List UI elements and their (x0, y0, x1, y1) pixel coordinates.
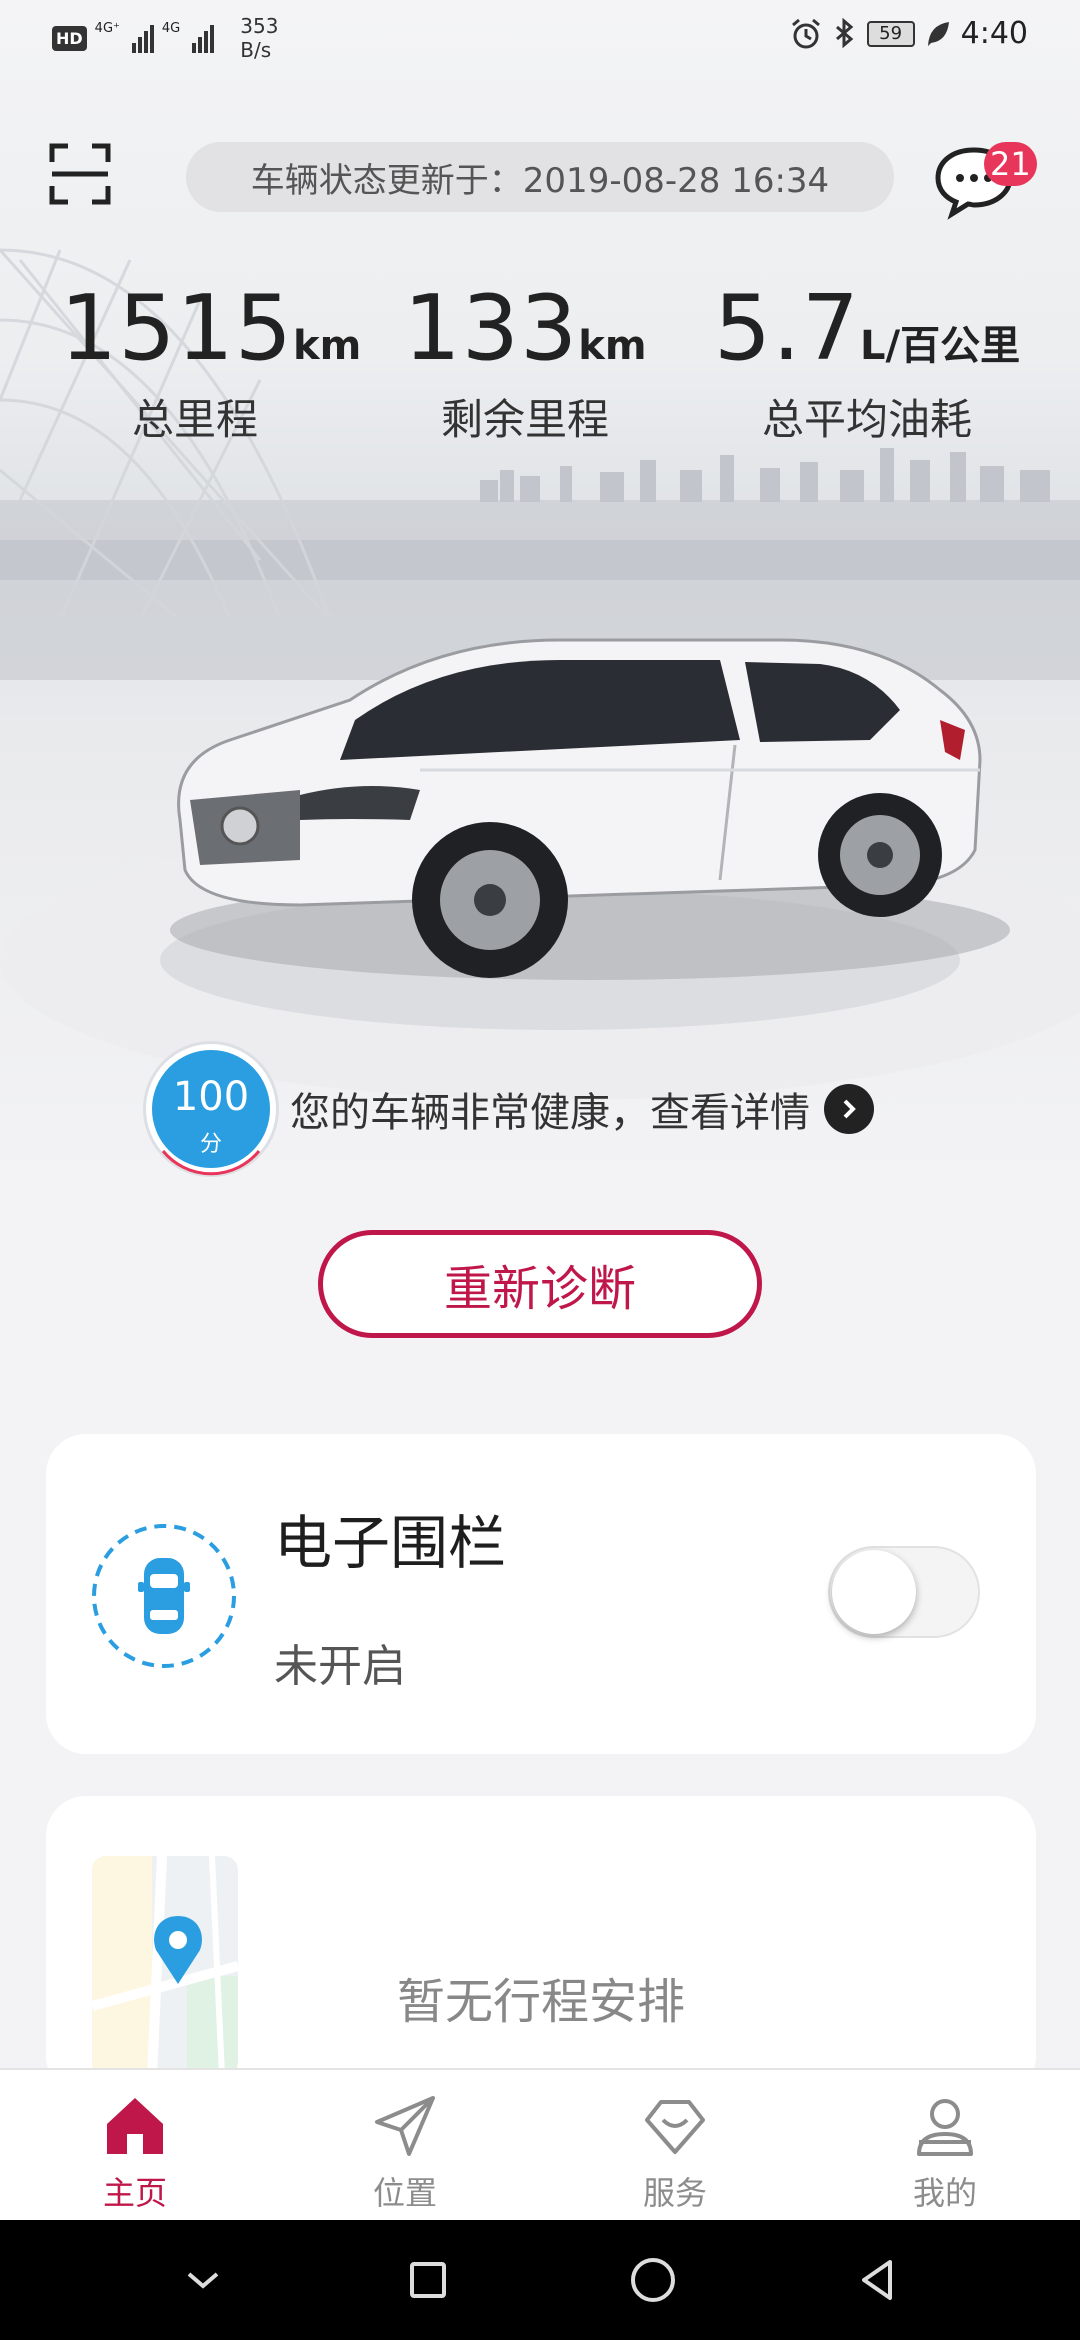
health-score-unit: 分 (199, 1132, 222, 1157)
stat-value: 1515 (60, 276, 294, 381)
home-circle-icon[interactable] (623, 2250, 683, 2310)
recent-apps-icon[interactable] (398, 2250, 458, 2310)
status-bar: HD 4G⁺ 4G 353 B/s 59 4:40 (0, 0, 1080, 70)
stat-unit: km (578, 323, 647, 369)
clock-time: 4:40 (960, 16, 1028, 51)
stat-value: 5.7 (713, 276, 861, 381)
chevron-right-icon (824, 1084, 874, 1134)
tab-home[interactable]: 主页 (0, 2070, 270, 2220)
network-type-2: 4G (161, 20, 181, 36)
network-speed: 353 B/s (240, 14, 279, 62)
car-geofence-icon (92, 1524, 236, 1668)
tab-label: 主页 (102, 2174, 167, 2212)
stat-remaining-range: 133km 剩余里程 (400, 284, 650, 447)
stat-unit: km (293, 323, 362, 369)
bottom-navigation: 主页 位置 服务 我的 (0, 2068, 1080, 2220)
chevron-down-icon[interactable] (173, 2250, 233, 2310)
scan-icon (49, 143, 111, 205)
toggle-knob (832, 1550, 916, 1634)
hd-voice-icon: HD (52, 25, 87, 51)
stat-value: 133 (403, 276, 579, 381)
bluetooth-icon (835, 17, 853, 48)
stat-label: 总里程 (131, 395, 258, 444)
screen: HD 4G⁺ 4G 353 B/s 59 4:40 车辆状态更新于：2019-08… (0, 0, 1080, 2340)
geofence-status: 未开启 (274, 1641, 406, 1692)
vehicle-health-link[interactable]: 100 分 您的车辆非常健康，查看详情 (146, 1044, 874, 1176)
leaf-icon (927, 21, 949, 46)
stat-label: 剩余里程 (440, 395, 609, 444)
service-diamond-icon (645, 2100, 705, 2154)
network-type-1: 4G⁺ (94, 20, 120, 36)
alarm-icon (791, 18, 820, 48)
rediagnose-button[interactable]: 重新诊断 (318, 1230, 762, 1338)
tab-label: 我的 (912, 2174, 977, 2212)
stat-average-fuel: 5.7L/百公里 总平均油耗 (712, 284, 1022, 447)
tab-location[interactable]: 位置 (270, 2070, 540, 2220)
trip-schedule-card[interactable]: 暂无行程安排 (46, 1796, 1036, 2096)
stat-total-mileage: 1515km 总里程 (60, 284, 361, 447)
no-trip-text: 暂无行程安排 (396, 1974, 685, 2030)
health-status-text: 您的车辆非常健康，查看详情 (290, 1090, 810, 1136)
vehicle-status-update-time: 车辆状态更新于：2019-08-28 16:34 (186, 142, 894, 212)
geofence-title: 电子围栏 (274, 1509, 507, 1577)
battery-icon: 59 (866, 20, 915, 47)
tab-mine[interactable]: 我的 (810, 2070, 1080, 2220)
user-icon (917, 2099, 973, 2156)
system-navigation-bar (0, 2220, 1080, 2340)
navigation-arrow-icon (375, 2096, 435, 2156)
health-score-value: 100 (172, 1074, 250, 1120)
stat-label: 总平均油耗 (761, 395, 972, 444)
car-image (170, 638, 1010, 980)
signal-strength-icon (131, 23, 154, 53)
message-count-badge: 21 (984, 142, 1037, 186)
tab-services[interactable]: 服务 (540, 2070, 810, 2220)
back-triangle-icon[interactable] (848, 2250, 908, 2310)
scan-button[interactable] (48, 142, 112, 206)
geofence-card[interactable]: 电子围栏 未开启 (46, 1434, 1036, 1754)
tab-label: 位置 (372, 2174, 437, 2212)
stat-unit: L/百公里 (860, 323, 1021, 369)
geofence-toggle[interactable] (828, 1546, 980, 1638)
home-icon (107, 2098, 163, 2154)
signal-strength-icon (192, 23, 215, 53)
tab-label: 服务 (642, 2174, 707, 2212)
health-score-badge: 100 分 (146, 1044, 276, 1176)
